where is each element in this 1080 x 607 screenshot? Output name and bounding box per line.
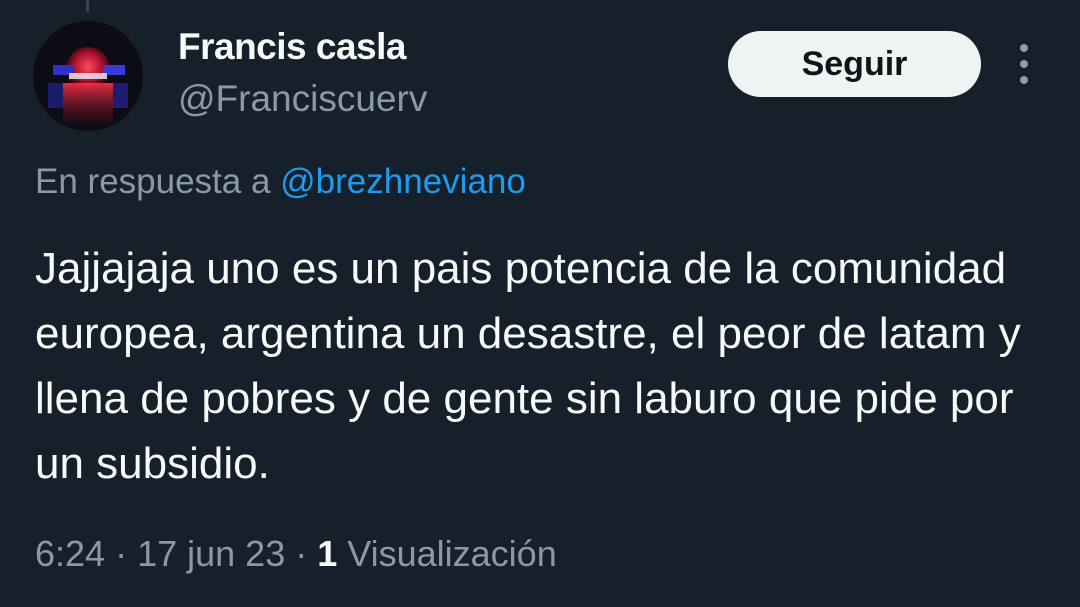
reply-mention-link[interactable]: @brezhneviano (280, 162, 526, 201)
tweet-time[interactable]: 6:24 (35, 533, 105, 574)
avatar[interactable] (33, 21, 143, 131)
more-vertical-icon[interactable] (1010, 44, 1038, 84)
reply-context: En respuesta a @brezhneviano (35, 162, 526, 202)
follow-button[interactable]: Seguir (728, 31, 981, 97)
meta-separator: · (105, 533, 138, 574)
tweet-meta: 6:24 · 17 jun 23 · 1 Visualización (35, 533, 557, 575)
reply-context-prefix: En respuesta a (35, 162, 281, 201)
view-label: Visualización (337, 533, 557, 574)
tweet-text: Jajjajaja uno es un pais potencia de la … (35, 244, 1021, 488)
user-handle[interactable]: @Franciscuerv (178, 78, 427, 120)
meta-separator: · (285, 533, 318, 574)
thread-connector-line (86, 0, 89, 12)
tweet-date[interactable]: 17 jun 23 (137, 533, 285, 574)
display-name[interactable]: Francis casla (178, 26, 406, 68)
view-count: 1 (317, 533, 338, 574)
tweet-detail: Francis casla @Franciscuerv Seguir En re… (0, 0, 1080, 607)
avatar-photo-icon (33, 21, 143, 131)
